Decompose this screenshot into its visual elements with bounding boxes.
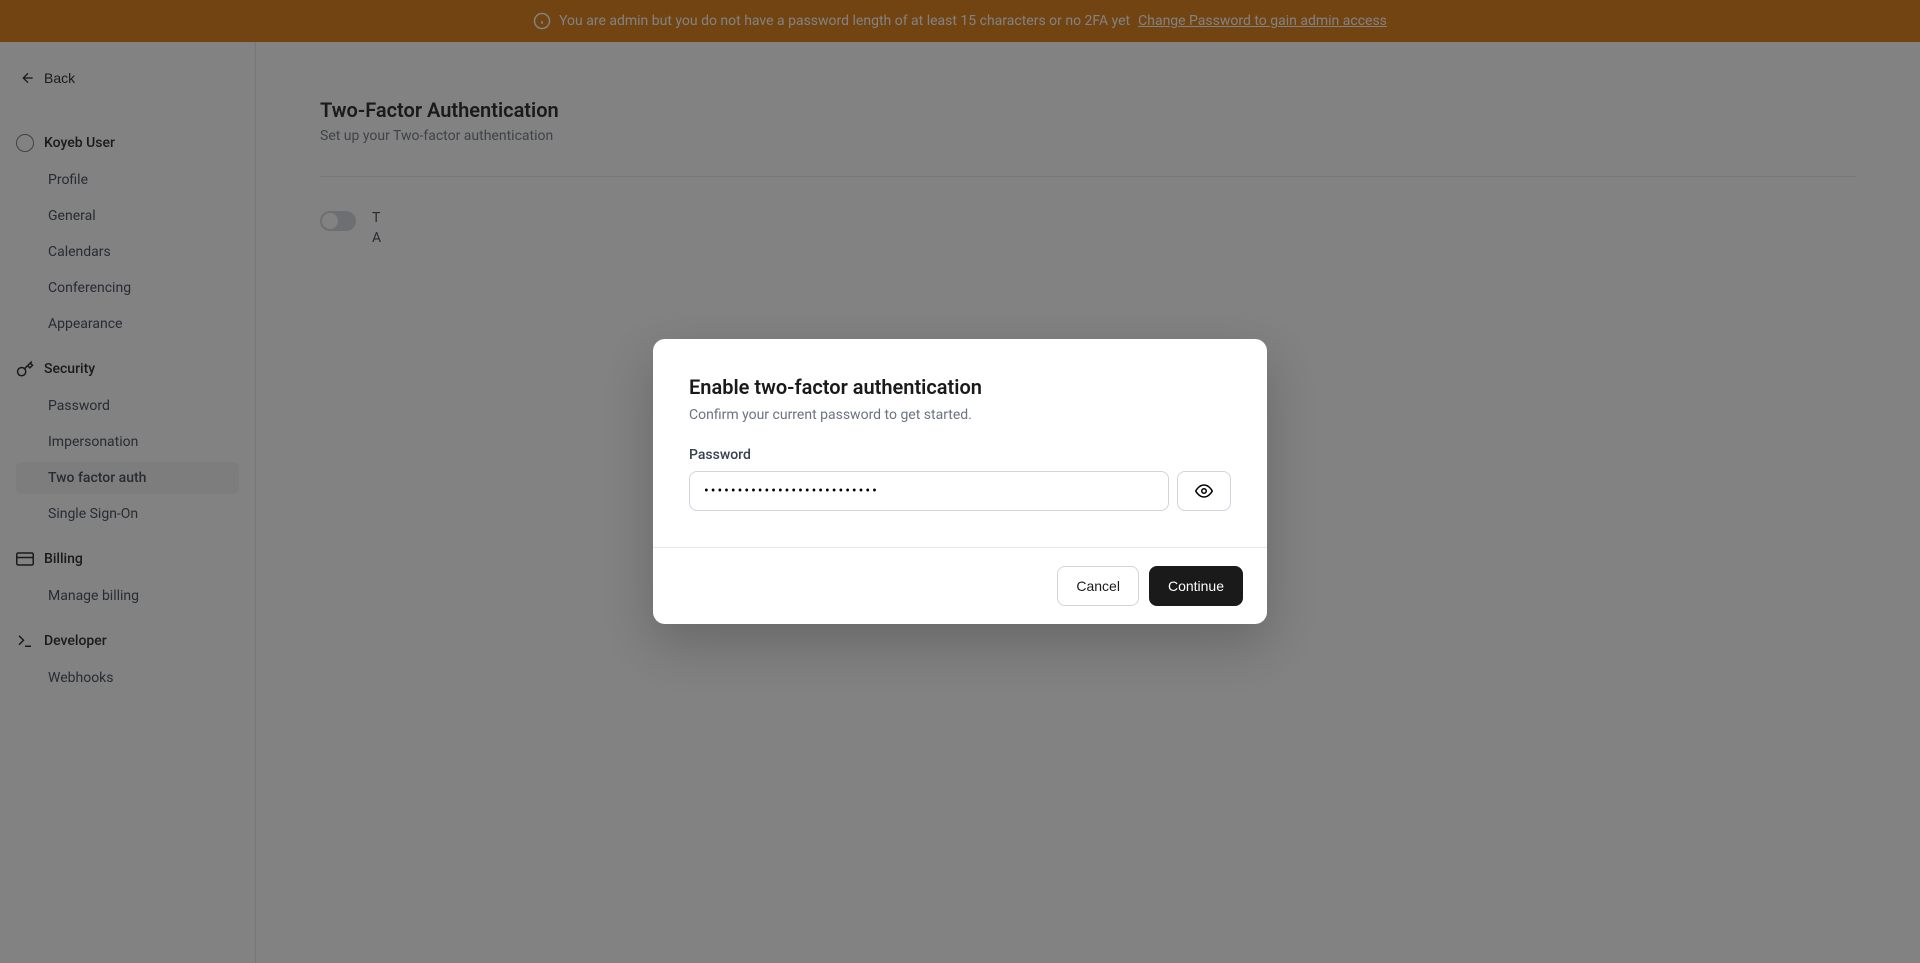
modal-title: Enable two-factor authentication — [689, 375, 1231, 399]
continue-button[interactable]: Continue — [1149, 566, 1243, 606]
enable-2fa-modal: Enable two-factor authentication Confirm… — [653, 339, 1267, 624]
password-input[interactable] — [689, 471, 1169, 511]
eye-icon — [1195, 482, 1213, 500]
toggle-password-visibility-button[interactable] — [1177, 471, 1231, 511]
cancel-button[interactable]: Cancel — [1057, 566, 1139, 606]
modal-subtitle: Confirm your current password to get sta… — [689, 407, 1231, 423]
modal-overlay[interactable]: Enable two-factor authentication Confirm… — [0, 0, 1920, 963]
password-label: Password — [689, 447, 1231, 463]
